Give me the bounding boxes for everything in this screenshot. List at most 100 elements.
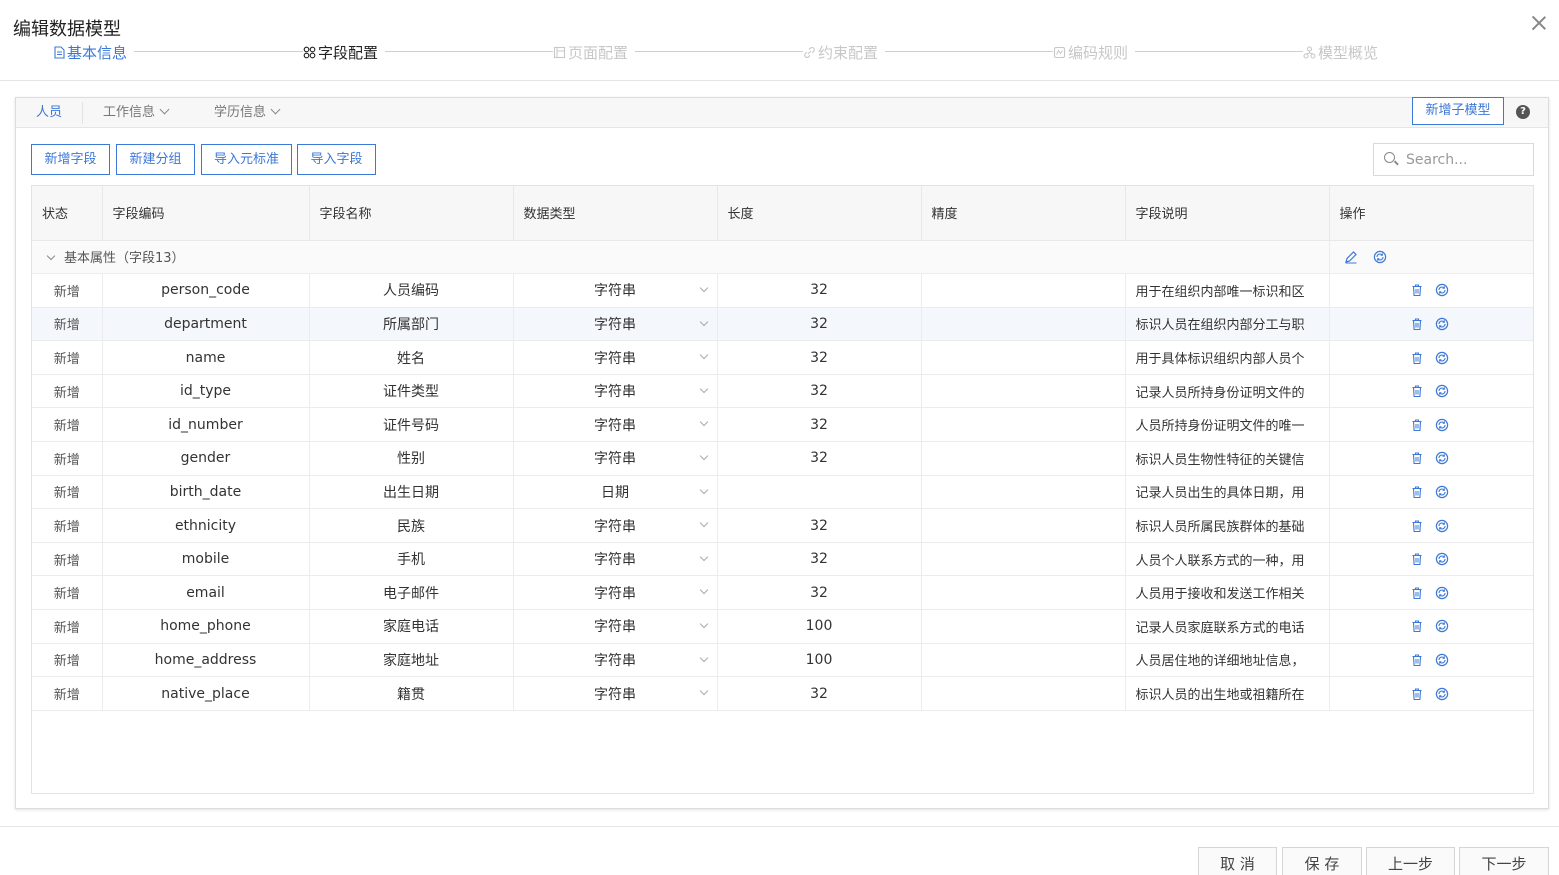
- table-row[interactable]: 新增 ethnicity 民族 字符串 32 标识人员所属民族群体的基础: [32, 508, 1533, 543]
- precision-cell[interactable]: [921, 307, 1126, 342]
- length-cell[interactable]: 100: [717, 609, 922, 644]
- field-name-cell[interactable]: 民族: [309, 508, 514, 543]
- description-cell[interactable]: 人员所持身份证明文件的唯一: [1125, 407, 1330, 443]
- description-cell[interactable]: 人员个人联系方式的一种，用: [1125, 542, 1330, 577]
- refresh-icon[interactable]: [1435, 552, 1449, 566]
- add-field-button[interactable]: 新增字段: [31, 144, 110, 175]
- data-type-select[interactable]: 字符串: [513, 575, 718, 611]
- refresh-icon[interactable]: [1435, 384, 1449, 398]
- table-row[interactable]: 新增 birth_date 出生日期 日期 记录人员出生的具体日期，用: [32, 475, 1533, 510]
- step-constraint-config[interactable]: 约束配置: [803, 40, 881, 64]
- length-cell[interactable]: [717, 475, 922, 510]
- table-row[interactable]: 新增 mobile 手机 字符串 32 人员个人联系方式的一种，用: [32, 542, 1533, 577]
- table-row[interactable]: 新增 id_type 证件类型 字符串 32 记录人员所持身份证明文件的: [32, 374, 1533, 409]
- tab-work-info[interactable]: 工作信息: [103, 98, 170, 128]
- import-field-button[interactable]: 导入字段: [297, 144, 376, 175]
- edit-icon[interactable]: [1344, 250, 1358, 264]
- table-row[interactable]: 新增 email 电子邮件 字符串 32 人员用于接收和发送工作相关: [32, 575, 1533, 611]
- length-cell[interactable]: 32: [717, 407, 922, 443]
- description-cell[interactable]: 记录人员出生的具体日期，用: [1125, 475, 1330, 510]
- data-type-select[interactable]: 字符串: [513, 643, 718, 678]
- table-row[interactable]: 新增 department 所属部门 字符串 32 标识人员在组织内部分工与职: [32, 307, 1533, 342]
- length-cell[interactable]: 32: [717, 441, 922, 476]
- precision-cell[interactable]: [921, 575, 1126, 611]
- refresh-icon[interactable]: [1435, 418, 1449, 432]
- field-code-cell[interactable]: department: [102, 307, 310, 342]
- step-encoding-rules[interactable]: 编码规则: [1053, 40, 1131, 64]
- cancel-button[interactable]: 取 消: [1198, 847, 1277, 875]
- trash-icon[interactable]: [1410, 451, 1424, 465]
- data-type-select[interactable]: 字符串: [513, 441, 718, 476]
- tab-education-info[interactable]: 学历信息: [214, 98, 281, 128]
- description-cell[interactable]: 标识人员所属民族群体的基础: [1125, 508, 1330, 543]
- field-code-cell[interactable]: id_type: [102, 374, 310, 409]
- trash-icon[interactable]: [1410, 519, 1424, 533]
- field-name-cell[interactable]: 性别: [309, 441, 514, 476]
- length-cell[interactable]: 32: [717, 542, 922, 577]
- group-row[interactable]: 基本属性（字段13）: [32, 240, 1533, 275]
- field-name-cell[interactable]: 人员编码: [309, 273, 514, 308]
- precision-cell[interactable]: [921, 542, 1126, 577]
- field-code-cell[interactable]: gender: [102, 441, 310, 476]
- search-box[interactable]: [1373, 143, 1534, 176]
- table-row[interactable]: 新增 gender 性别 字符串 32 标识人员生物性特征的关键信: [32, 441, 1533, 476]
- field-code-cell[interactable]: home_phone: [102, 609, 310, 644]
- refresh-icon[interactable]: [1435, 619, 1449, 633]
- precision-cell[interactable]: [921, 273, 1126, 308]
- field-code-cell[interactable]: native_place: [102, 676, 310, 711]
- description-cell[interactable]: 标识人员在组织内部分工与职: [1125, 307, 1330, 342]
- trash-icon[interactable]: [1410, 351, 1424, 365]
- precision-cell[interactable]: [921, 643, 1126, 678]
- close-icon[interactable]: [1530, 14, 1548, 32]
- field-name-cell[interactable]: 所属部门: [309, 307, 514, 342]
- refresh-icon[interactable]: [1435, 586, 1449, 600]
- step-page-config[interactable]: 页面配置: [553, 40, 631, 64]
- save-button[interactable]: 保 存: [1282, 847, 1362, 875]
- refresh-icon[interactable]: [1435, 653, 1449, 667]
- description-cell[interactable]: 人员用于接收和发送工作相关: [1125, 575, 1330, 611]
- data-type-select[interactable]: 字符串: [513, 307, 718, 342]
- table-row[interactable]: 新增 home_address 家庭地址 字符串 100 人员居住地的详细地址信息，: [32, 643, 1533, 678]
- field-code-cell[interactable]: birth_date: [102, 475, 310, 510]
- help-icon[interactable]: ?: [1516, 105, 1530, 119]
- trash-icon[interactable]: [1410, 653, 1424, 667]
- description-cell[interactable]: 标识人员的出生地或祖籍所在: [1125, 676, 1330, 711]
- tab-person[interactable]: 人员: [36, 98, 62, 128]
- refresh-icon[interactable]: [1435, 317, 1449, 331]
- field-code-cell[interactable]: home_address: [102, 643, 310, 678]
- description-cell[interactable]: 标识人员生物性特征的关键信: [1125, 441, 1330, 476]
- data-type-select[interactable]: 日期: [513, 475, 718, 510]
- refresh-icon[interactable]: [1435, 451, 1449, 465]
- field-name-cell[interactable]: 证件类型: [309, 374, 514, 409]
- next-step-button[interactable]: 下一步: [1459, 847, 1549, 875]
- length-cell[interactable]: 32: [717, 575, 922, 611]
- table-row[interactable]: 新增 person_code 人员编码 字符串 32 用于在组织内部唯一标识和区: [32, 273, 1533, 308]
- trash-icon[interactable]: [1410, 687, 1424, 701]
- length-cell[interactable]: 32: [717, 676, 922, 711]
- field-code-cell[interactable]: email: [102, 575, 310, 611]
- refresh-icon[interactable]: [1373, 250, 1387, 264]
- field-name-cell[interactable]: 家庭地址: [309, 643, 514, 678]
- precision-cell[interactable]: [921, 374, 1126, 409]
- length-cell[interactable]: 32: [717, 273, 922, 308]
- field-name-cell[interactable]: 证件号码: [309, 407, 514, 443]
- data-type-select[interactable]: 字符串: [513, 374, 718, 409]
- trash-icon[interactable]: [1410, 619, 1424, 633]
- precision-cell[interactable]: [921, 676, 1126, 711]
- data-type-select[interactable]: 字符串: [513, 407, 718, 443]
- new-group-button[interactable]: 新建分组: [116, 144, 195, 175]
- prev-step-button[interactable]: 上一步: [1366, 847, 1455, 875]
- trash-icon[interactable]: [1410, 586, 1424, 600]
- length-cell[interactable]: 32: [717, 340, 922, 375]
- precision-cell[interactable]: [921, 407, 1126, 443]
- refresh-icon[interactable]: [1435, 687, 1449, 701]
- step-field-config[interactable]: 字段配置: [303, 40, 381, 64]
- trash-icon[interactable]: [1410, 418, 1424, 432]
- field-code-cell[interactable]: ethnicity: [102, 508, 310, 543]
- trash-icon[interactable]: [1410, 384, 1424, 398]
- data-type-select[interactable]: 字符串: [513, 542, 718, 577]
- search-input[interactable]: [1406, 150, 1526, 170]
- description-cell[interactable]: 用于在组织内部唯一标识和区: [1125, 273, 1330, 308]
- precision-cell[interactable]: [921, 609, 1126, 644]
- table-row[interactable]: 新增 id_number 证件号码 字符串 32 人员所持身份证明文件的唯一: [32, 407, 1533, 443]
